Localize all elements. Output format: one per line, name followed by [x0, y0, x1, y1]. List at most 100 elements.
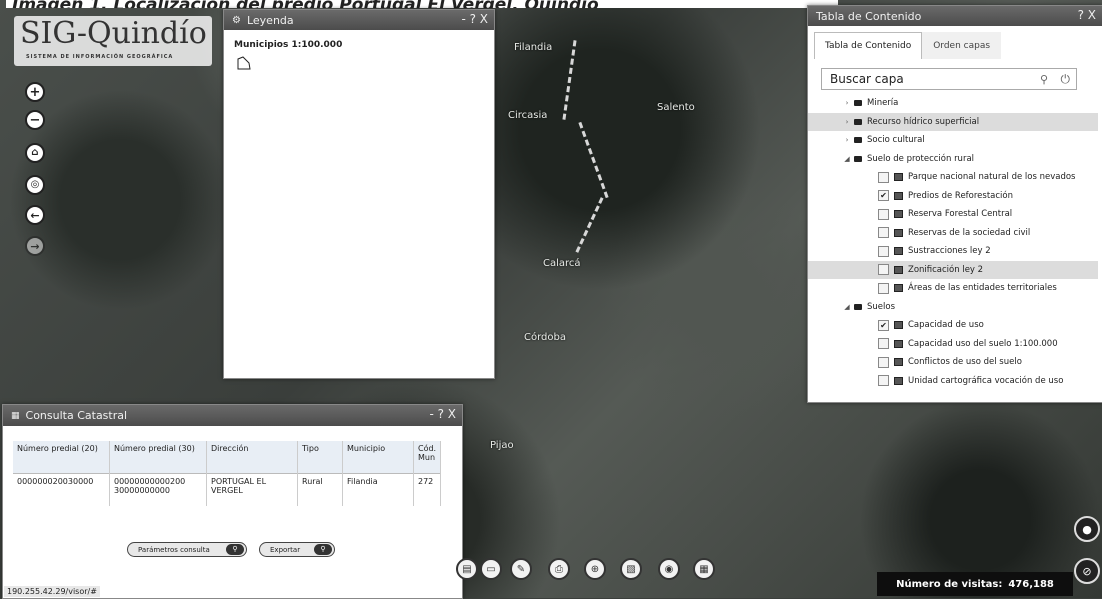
folder-icon[interactable]: ▭ [480, 558, 502, 580]
layer-checkbox[interactable]: ✔ [878, 190, 889, 202]
layer-tree-label: Áreas de las entidades territoriales [908, 283, 1057, 294]
expanded-arrow-icon[interactable]: ◢ [842, 303, 852, 311]
map-icon[interactable]: ▧ [620, 558, 642, 580]
parametros-consulta-button[interactable]: Parámetros consulta ⚲ [127, 542, 247, 557]
home-icon[interactable]: ⌂ [25, 143, 45, 163]
layers-icon[interactable]: ▤ [456, 558, 478, 580]
table-header: Municipio [342, 441, 414, 474]
route-line [578, 121, 609, 199]
layer-checkbox[interactable] [878, 171, 889, 183]
table-row[interactable]: 000000020030000 00000000000200 300000000… [13, 473, 442, 506]
layer-tree-item[interactable]: Sustracciones ley 2 [808, 242, 1098, 261]
layer-tree-item[interactable]: Conflictos de uso del suelo [808, 353, 1098, 372]
catastral-window-controls[interactable]: - ? X [429, 407, 456, 421]
collapsed-arrow-icon[interactable]: › [842, 99, 852, 107]
catastral-titlebar[interactable]: ▦ Consulta Catastral - ? X [3, 405, 462, 426]
layer-icon [894, 339, 903, 348]
layer-tree-label: Reserva Forestal Central [908, 209, 1013, 220]
toc-panel: Tabla de Contenido ? X Tabla de Contenid… [807, 5, 1102, 403]
forward-arrow-icon[interactable]: → [25, 236, 45, 256]
search-icon: ⚲ [226, 544, 244, 555]
expanded-arrow-icon[interactable]: ◢ [842, 155, 852, 163]
layer-icon [894, 173, 903, 182]
toc-title: Tabla de Contenido [816, 9, 922, 23]
layer-tree-item[interactable]: › Minería [808, 94, 1098, 113]
tab-orden-capas[interactable]: Orden capas [922, 32, 1002, 59]
measure-icon[interactable]: ⊕ [584, 558, 606, 580]
layer-tree-item[interactable]: Unidad cartográfica vocación de uso [808, 372, 1098, 391]
layer-checkbox[interactable] [878, 375, 889, 387]
collapsed-arrow-icon[interactable]: › [842, 136, 852, 144]
search-icon[interactable]: ⚲ [1040, 73, 1048, 86]
layer-tree-item[interactable]: Áreas de las entidades territoriales [808, 279, 1098, 298]
catastral-table: Número predial (20) Número predial (30) … [13, 441, 442, 506]
layer-checkbox[interactable] [878, 282, 889, 294]
location-icon[interactable]: ◉ [658, 558, 680, 580]
layer-tree-item[interactable]: Reservas de la sociedad civil [808, 224, 1098, 243]
globe-icon[interactable]: ● [1074, 516, 1100, 542]
layer-tree-item[interactable]: › Recurso hídrico superficial [808, 112, 1098, 131]
layer-checkbox[interactable] [878, 208, 889, 220]
legend-window-controls[interactable]: - ? X [461, 12, 488, 26]
layer-checkbox[interactable] [878, 264, 889, 276]
table-cell: 000000020030000 [13, 473, 110, 506]
map-label-calarca: Calarcá [543, 258, 581, 269]
toc-window-controls[interactable]: ? X [1078, 8, 1096, 22]
layer-checkbox[interactable] [878, 227, 889, 239]
layer-checkbox[interactable] [878, 356, 889, 368]
table-header: Número predial (20) [13, 441, 110, 474]
layer-checkbox[interactable] [878, 338, 889, 350]
print-icon[interactable]: ⎙ [548, 558, 570, 580]
toc-titlebar[interactable]: Tabla de Contenido ? X [808, 6, 1102, 26]
table-cell: 00000000000200 30000000000 [109, 473, 207, 506]
layer-tree-item[interactable]: Capacidad uso del suelo 1:100.000 [808, 335, 1098, 354]
map-label-filandia: Filandia [514, 42, 553, 53]
visits-label: Número de visitas: [896, 578, 1003, 590]
zoom-out-icon[interactable]: − [25, 110, 45, 130]
layer-tree-label: Conflictos de uso del suelo [908, 357, 1022, 368]
map-label-pijao: Pijao [490, 440, 514, 451]
draw-icon[interactable]: ✎ [510, 558, 532, 580]
layer-tree-label: Zonificación ley 2 [908, 264, 984, 275]
layer-checkbox[interactable]: ✔ [878, 319, 889, 331]
layer-tree-item[interactable]: › Socio cultural [808, 131, 1098, 150]
layer-tree-label: Suelos [867, 301, 896, 312]
zoom-in-icon[interactable]: + [25, 82, 45, 102]
layer-tree-item[interactable]: ✔ Predios de Reforestación [808, 187, 1098, 206]
layer-tree-item[interactable]: Parque nacional natural de los nevados [808, 168, 1098, 187]
exportar-button[interactable]: Exportar ⚲ [259, 542, 335, 557]
back-arrow-icon[interactable]: ← [25, 205, 45, 225]
layer-tree-item[interactable]: ✔ Capacidad de uso [808, 316, 1098, 335]
collapsed-arrow-icon[interactable]: › [842, 118, 852, 126]
layer-tree: › Minería › Recurso hídrico superficial › Soc… [808, 94, 1098, 390]
layer-tree-label: Unidad cartográfica vocación de uso [908, 375, 1064, 386]
search-input[interactable]: Buscar capa ⚲ ⏻ [821, 68, 1077, 90]
folder-icon [854, 303, 862, 310]
toc-tabs: Tabla de Contenido Orden capas [814, 32, 1002, 59]
layer-tree-item[interactable]: Reserva Forestal Central [808, 205, 1098, 224]
hide-icon[interactable]: ⊘ [1074, 558, 1100, 584]
figure-caption: Imagen 1. Localización del predio Portug… [6, 0, 838, 8]
legend-titlebar[interactable]: ⚙ Leyenda - ? X [224, 10, 494, 30]
polygon-symbol-icon [237, 56, 251, 70]
layer-tree-item[interactable]: Zonificación ley 2 [808, 260, 1098, 279]
visit-counter: Número de visitas: 476,188 [877, 572, 1073, 596]
layer-tree-label: Suelo de protección rural [867, 153, 975, 164]
catastral-panel: ▦ Consulta Catastral - ? X Número predia… [2, 404, 463, 599]
layer-tree-item[interactable]: ◢ Suelo de protección rural [808, 150, 1098, 169]
search-placeholder: Buscar capa [830, 72, 904, 86]
map-label-salento: Salento [657, 102, 695, 113]
layer-tree-label: Recurso hídrico superficial [867, 116, 980, 127]
layer-tree-item[interactable]: ◢ Suelos [808, 298, 1098, 317]
route-line [562, 40, 577, 120]
locate-icon[interactable]: ◎ [25, 175, 45, 195]
parametros-label: Parámetros consulta [138, 545, 210, 554]
legend-item-label: Municipios 1:100.000 [234, 40, 343, 50]
table-cell: 272 [413, 473, 442, 506]
layer-icon [894, 210, 903, 219]
power-icon[interactable]: ⏻ [1061, 72, 1071, 87]
tab-tabla-contenido[interactable]: Tabla de Contenido [814, 32, 923, 59]
layer-checkbox[interactable] [878, 245, 889, 257]
layer-icon [894, 358, 903, 367]
table-icon[interactable]: ▦ [693, 558, 715, 580]
